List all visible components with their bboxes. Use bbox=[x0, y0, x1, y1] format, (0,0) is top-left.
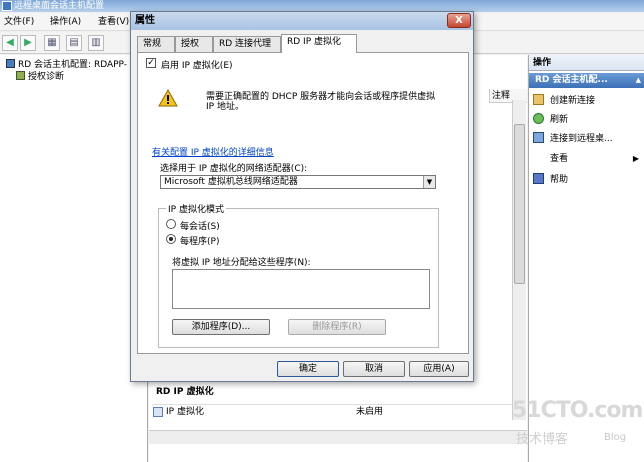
console-tree-icon[interactable]: ▦ bbox=[44, 35, 60, 51]
section-title-ip-virtualization: RD IP 虚拟化 bbox=[156, 387, 214, 397]
refresh-icon bbox=[533, 113, 544, 124]
watermark-blog: Blog bbox=[604, 432, 627, 443]
actions-header: 操作 bbox=[529, 55, 644, 71]
menu-file[interactable]: 文件(F) bbox=[4, 15, 34, 29]
results-horizontal-scrollbar[interactable] bbox=[149, 430, 527, 444]
details-link[interactable]: 有关配置 IP 虚拟化的详细信息 bbox=[152, 145, 274, 158]
row-value: 未启用 bbox=[356, 407, 384, 417]
properties-dialog: 属性 X 常规 授权 RD 连接代理 RD IP 虚拟化 ✓ 启用 IP 虚拟化… bbox=[130, 11, 474, 382]
tab-rd-ip-virtualization[interactable]: RD IP 虚拟化 bbox=[281, 34, 357, 53]
watermark-logo: 51CTO.com bbox=[512, 398, 643, 423]
diagnosis-icon bbox=[16, 71, 25, 80]
action-connect-remote[interactable]: 连接到远程桌... bbox=[533, 131, 613, 147]
tree-item-rdsh-config[interactable]: RD 会话主机配置: RDAPP- bbox=[6, 59, 127, 71]
action-refresh[interactable]: 刷新 bbox=[533, 112, 568, 128]
app-icon bbox=[2, 1, 12, 11]
chevron-down-icon[interactable]: ▼ bbox=[423, 176, 435, 188]
back-icon[interactable]: ◀ bbox=[2, 35, 18, 51]
action-create-connection[interactable]: 创建新连接 bbox=[533, 93, 595, 109]
enable-ip-virtualization-checkbox[interactable]: ✓ bbox=[146, 58, 156, 68]
per-program-label: 每程序(P) bbox=[180, 237, 220, 247]
server-icon bbox=[6, 59, 15, 68]
row-name: IP 虚拟化 bbox=[166, 407, 204, 417]
tab-panel: ✓ 启用 IP 虚拟化(E) 需要正确配置的 DHCP 服务器才能向会话或程序提… bbox=[137, 52, 469, 354]
dialog-title: 属性 bbox=[131, 12, 473, 30]
new-connection-icon bbox=[533, 94, 544, 105]
warning-icon bbox=[158, 89, 178, 107]
actions-subheader[interactable]: RD 会话主机配... ▲ bbox=[529, 73, 644, 88]
tree-item-licensing-diagnosis[interactable]: 授权诊断 bbox=[16, 71, 64, 83]
app-title: 远程桌面会话主机配置 bbox=[14, 1, 105, 11]
cancel-button[interactable]: 取消 bbox=[343, 361, 405, 377]
per-session-label: 每会话(S) bbox=[180, 222, 220, 232]
ok-button[interactable]: 确定 bbox=[277, 361, 339, 377]
per-program-radio[interactable] bbox=[166, 234, 176, 244]
action-view[interactable]: 查看 ▶ bbox=[550, 151, 641, 167]
help-icon bbox=[533, 173, 544, 184]
watermark: 51CTO.com 技术博客 Blog bbox=[512, 398, 643, 458]
enable-ip-virtualization-label: 启用 IP 虚拟化(E) bbox=[161, 61, 233, 71]
submenu-arrow-icon: ▶ bbox=[632, 154, 639, 163]
per-session-radio[interactable] bbox=[166, 219, 176, 229]
mode-group-legend: IP 虚拟化模式 bbox=[166, 202, 226, 215]
watermark-subtitle: 技术博客 bbox=[516, 432, 569, 447]
tab-general[interactable]: 常规 bbox=[137, 36, 175, 52]
programs-listbox[interactable] bbox=[172, 269, 430, 309]
delete-program-button[interactable]: 删除程序(R) bbox=[288, 319, 386, 335]
add-program-button[interactable]: 添加程序(D)... bbox=[172, 319, 270, 335]
connect-remote-icon bbox=[533, 132, 544, 143]
forward-icon[interactable]: ▶ bbox=[20, 35, 36, 51]
warning-text-line2: IP 地址。 bbox=[206, 102, 244, 112]
table-row[interactable]: IP 虚拟化 未启用 bbox=[152, 404, 512, 418]
action-help[interactable]: 帮助 bbox=[533, 172, 568, 188]
show-hide-icon[interactable]: ▥ bbox=[88, 35, 104, 51]
collapse-icon[interactable]: ▲ bbox=[636, 73, 641, 88]
properties-icon[interactable]: ▤ bbox=[66, 35, 82, 51]
close-button[interactable]: X bbox=[447, 13, 471, 28]
adapter-label: 选择用于 IP 虚拟化的网络适配器(C): bbox=[160, 164, 308, 174]
menu-action[interactable]: 操作(A) bbox=[50, 15, 81, 29]
tab-licensing[interactable]: 授权 bbox=[175, 36, 213, 52]
menu-view[interactable]: 查看(V) bbox=[98, 15, 129, 29]
assign-programs-label: 将虚拟 IP 地址分配给这些程序(N): bbox=[172, 258, 311, 268]
apply-button[interactable]: 应用(A) bbox=[409, 361, 469, 377]
setting-icon bbox=[153, 407, 163, 417]
scroll-thumb[interactable] bbox=[514, 124, 525, 284]
network-adapter-select[interactable]: Microsoft 虚拟机总线网络适配器 ▼ bbox=[160, 175, 436, 189]
results-vertical-scrollbar[interactable] bbox=[512, 100, 526, 420]
console-tree: RD 会话主机配置: RDAPP- 授权诊断 bbox=[0, 55, 148, 462]
tab-rd-connection-broker[interactable]: RD 连接代理 bbox=[213, 36, 281, 52]
